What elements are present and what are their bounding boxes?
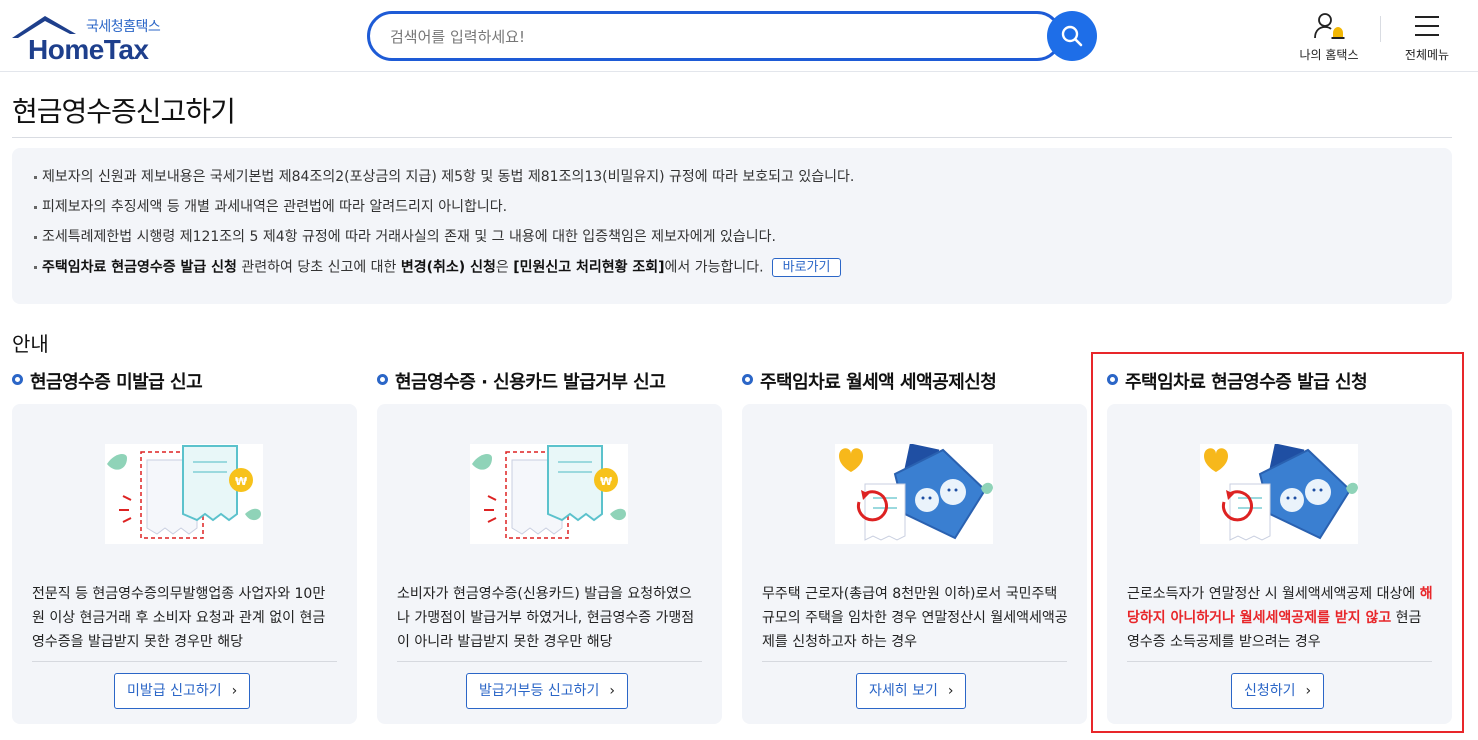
card-description: 무주택 근로자(총급여 8천만원 이하)로서 국민주택 규모의 주택을 임차한 … [762,586,1068,650]
bullet-circle-icon [377,374,388,385]
card-description: 전문직 등 현금영수증의무발행업종 사업자와 10만원 이상 현금거래 후 소비… [32,586,326,650]
card-divider [32,661,337,662]
my-hometax-button[interactable]: 나의 홈택스 [1290,10,1368,66]
receipt-illustration: ₩ [105,444,263,544]
title-divider [12,137,1452,138]
logo-subtitle: 국세청홈택스 [86,19,161,35]
chevron-right-icon: › [231,683,238,699]
hometax-logo[interactable]: 국세청홈택스 HomeTax [10,10,170,66]
notice-item: 피제보자의 추징세액 등 개별 과세내역은 관련법에 따라 알려드리지 아니합니… [34,198,1430,228]
button-label: 자세히 보기 [869,683,938,699]
guide-card-rent-credit: 무주택 근로자(총급여 8천만원 이하)로서 국민주택 규모의 주택을 임차한 … [742,404,1087,724]
page-title: 현금영수증신고하기 [12,95,236,128]
view-details-button[interactable]: 자세히 보기 › [856,673,967,709]
guide-card-refusal: ₩ 소비자가 현금영수증(신용카드) 발급을 요청하였으나 가맹점이 발급거부 … [377,404,722,724]
card-divider [397,661,702,662]
notice-text: 은 [495,259,514,276]
all-menu-label: 전체메뉴 [1404,48,1450,62]
svg-text:₩: ₩ [235,475,247,488]
notice-item: 조세특례제한법 시행령 제121조의 5 제4항 규정에 따라 거래사실의 존재… [34,228,1430,258]
user-bell-icon [1314,13,1345,39]
card-heading: 현금영수증 미발급 신고 [12,368,203,394]
bullet-circle-icon [12,374,23,385]
notice-bold: [민원신고 처리현황 조회] [513,259,665,276]
report-refusal-button[interactable]: 발급거부등 신고하기 › [466,673,628,709]
highlight-frame [1091,352,1464,733]
guide-title: 안내 [12,332,49,356]
header-divider [1380,16,1381,42]
notice-text: 에서 가능합니다. [664,259,764,276]
card-heading: 현금영수증 · 신용카드 발급거부 신고 [377,368,666,394]
card-heading-text: 현금영수증 미발급 신고 [30,372,203,393]
notice-box: 제보자의 신원과 제보내용은 국세기본법 제84조의2(포상금의 지급) 제5항… [12,148,1452,304]
card-divider [762,661,1067,662]
notice-text: 관련하여 당초 신고에 대한 [236,259,401,276]
button-label: 미발급 신고하기 [127,683,222,699]
guide-card-unissued: ₩ 전문직 등 현금영수증의무발행업종 사업자와 10만원 이상 현금거래 후 … [12,404,357,724]
report-unissued-button[interactable]: 미발급 신고하기 › [114,673,251,709]
button-label: 발급거부등 신고하기 [479,683,600,699]
all-menu-button[interactable]: 전체메뉴 [1394,10,1460,66]
search-icon [1061,25,1083,47]
receipt-illustration: ₩ [470,444,628,544]
header: 국세청홈택스 HomeTax 나의 홈택스 [0,0,1478,72]
hamburger-icon [1415,16,1439,36]
logo-title: HomeTax [28,34,149,65]
search-button[interactable] [1047,11,1097,61]
svg-text:₩: ₩ [600,475,612,488]
card-heading-text: 현금영수증 · 신용카드 발급거부 신고 [395,372,666,393]
notice-bold: 변경(취소) 신청 [400,259,496,276]
card-heading: 주택임차료 월세액 세액공제신청 [742,368,997,394]
card-description: 소비자가 현금영수증(신용카드) 발급을 요청하였으나 가맹점이 발급거부 하였… [397,586,695,650]
search-box [367,11,1062,61]
rent-illustration [835,443,993,544]
notice-bold: 주택임차료 현금영수증 발급 신청 [42,259,237,276]
shortcut-button[interactable]: 바로가기 [771,258,842,277]
bullet-circle-icon [742,374,753,385]
notice-item-rent: 주택임차료 현금영수증 발급 신청 관련하여 당초 신고에 대한 변경(취소) … [34,258,1430,288]
search-input[interactable] [390,25,1030,49]
my-hometax-label: 나의 홈택스 [1299,48,1359,62]
card-heading-text: 주택임차료 월세액 세액공제신청 [760,372,997,393]
notice-item: 제보자의 신원과 제보내용은 국세기본법 제84조의2(포상금의 지급) 제5항… [34,168,1430,198]
chevron-right-icon: › [609,683,615,699]
chevron-right-icon: › [947,683,954,699]
